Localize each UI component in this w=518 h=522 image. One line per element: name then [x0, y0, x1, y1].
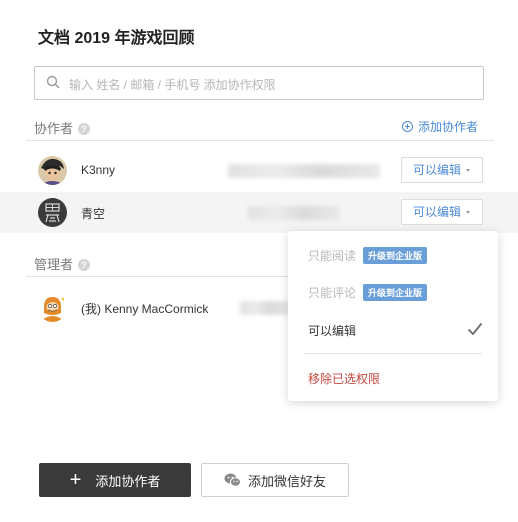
help-icon[interactable]: ? [78, 259, 91, 271]
avatar [38, 293, 67, 322]
check-icon [467, 322, 483, 336]
search-input[interactable]: 输入 姓名 / 邮箱 / 手机号 添加协作权限 [34, 66, 484, 100]
blurred-contact [228, 164, 380, 178]
manager-name: (我) Kenny MacCormick [81, 302, 209, 316]
divider [26, 140, 494, 141]
chevron-down-icon [466, 169, 470, 172]
add-collaborator-link-label: 添加协作者 [417, 120, 478, 134]
collaborators-label: 协作者 [34, 121, 74, 136]
option-label: 只能评论 [308, 286, 357, 300]
permission-dropdown: 只能阅读 升级到企业版 只能评论 升级到企业版 可以编辑 移除已选权限 [288, 231, 498, 401]
upgrade-badge[interactable]: 升级到企业版 [363, 284, 428, 301]
page-title: 文档 2019 年游戏回顾 [38, 30, 195, 47]
permission-value: 可以编辑 [413, 205, 462, 219]
managers-label: 管理者 [34, 257, 74, 272]
option-read-only: 只能阅读 升级到企业版 [308, 247, 428, 264]
collaborator-name: 青空 [81, 207, 106, 221]
option-label: 只能阅读 [308, 249, 357, 263]
avatar [38, 156, 67, 185]
help-icon[interactable]: ? [78, 123, 91, 135]
collaborator-row: K3nny 可以编辑 [0, 150, 518, 191]
search-icon [46, 75, 60, 89]
avatar [38, 198, 67, 227]
option-comment-only: 只能评论 升级到企业版 [308, 284, 428, 301]
plus-circle-icon [401, 121, 413, 132]
collaborator-name: K3nny [81, 163, 116, 177]
collaborators-heading: 协作者? [34, 118, 91, 137]
option-can-edit[interactable]: 可以编辑 [308, 322, 356, 339]
add-collaborator-button[interactable]: + 添加协作者 [39, 463, 191, 497]
blurred-contact [248, 206, 340, 220]
dropdown-divider [304, 353, 482, 354]
chevron-down-icon [466, 211, 470, 214]
add-wechat-friend-label: 添加微信好友 [247, 473, 326, 489]
remove-permission-option[interactable]: 移除已选权限 [308, 370, 380, 387]
add-collaborator-button-label: 添加协作者 [95, 473, 161, 489]
add-collaborator-link[interactable]: 添加协作者 [401, 118, 478, 135]
search-placeholder: 输入 姓名 / 邮箱 / 手机号 添加协作权限 [69, 78, 276, 92]
wechat-icon [224, 473, 241, 487]
upgrade-badge[interactable]: 升级到企业版 [363, 247, 428, 264]
plus-icon: + [69, 469, 82, 491]
option-label: 可以编辑 [308, 324, 357, 338]
blurred-contact [240, 301, 290, 315]
permission-select[interactable]: 可以编辑 [401, 157, 483, 183]
managers-heading: 管理者? [34, 254, 91, 273]
add-wechat-friend-button[interactable]: 添加微信好友 [201, 463, 349, 497]
permission-select[interactable]: 可以编辑 [401, 199, 483, 225]
collaborator-row: 青空 可以编辑 [0, 192, 518, 233]
permission-value: 可以编辑 [413, 163, 462, 177]
